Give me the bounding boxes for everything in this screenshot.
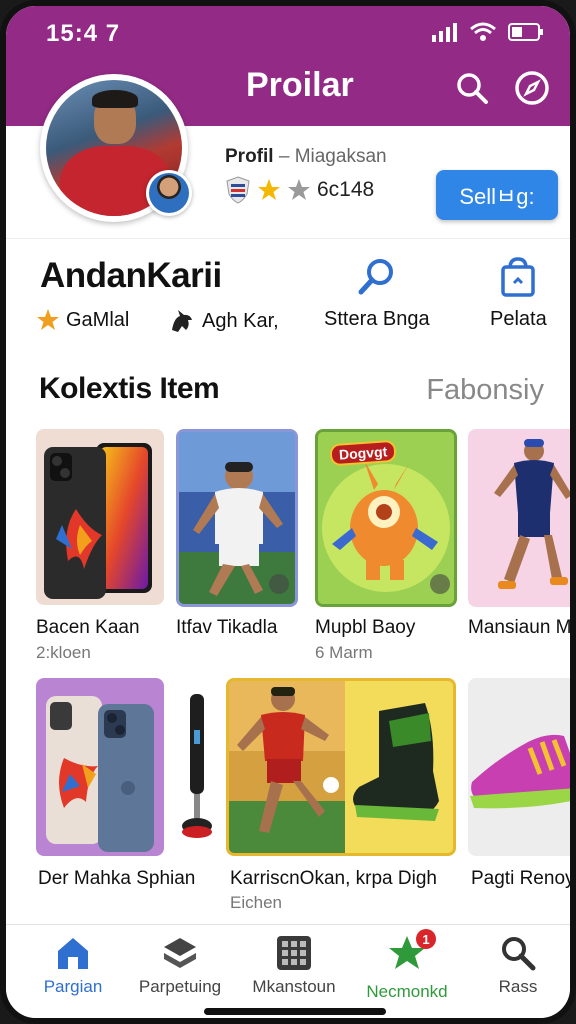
- card-tag: Dogvgt: [329, 439, 397, 467]
- stat-guild: Agh Kar,: [168, 308, 279, 334]
- action-bag-label: Pelata: [490, 308, 547, 330]
- griffin-icon: [172, 310, 192, 332]
- section-link[interactable]: Fabonsiy: [426, 374, 544, 407]
- item-sub: 2:kloen: [36, 643, 91, 662]
- item-tile-sneaker[interactable]: [468, 678, 570, 856]
- score-value: 6c148: [317, 178, 375, 201]
- phone-screen: 15:4 7 Proilar Profil – Miagaksan 6c148 …: [0, 0, 576, 1024]
- item-tile-player-card[interactable]: [176, 429, 298, 607]
- home-icon: [58, 938, 88, 969]
- item-name: KarriscnOkan, krpa Digh: [230, 868, 437, 889]
- stylus-image: [182, 694, 212, 838]
- battery-icon: [508, 23, 543, 41]
- shield-badge-icon: [226, 176, 250, 204]
- notification-badge: 1: [416, 929, 436, 949]
- item-sub: Eichen: [230, 893, 282, 912]
- item-tile-player-boots[interactable]: [226, 678, 456, 856]
- search-icon: [502, 937, 536, 971]
- stat-rank-label: GaMlal: [66, 308, 130, 331]
- search-icon: [457, 73, 488, 104]
- profile-subtitle-text: – Miagaksan: [278, 146, 387, 167]
- player-boots-image: [229, 681, 439, 853]
- nav-label-home: Pargian: [43, 977, 103, 996]
- player-figure-image: [494, 439, 570, 589]
- item-tile-stylus[interactable]: [180, 690, 216, 840]
- nav-item-search[interactable]: Rass: [490, 935, 546, 997]
- item-name: Der Mahka Sphian: [38, 868, 196, 889]
- sneaker-image: [470, 734, 570, 809]
- status-bar: 15:4 7: [46, 18, 550, 48]
- nav-label-layers: Parpetuing: [138, 977, 222, 996]
- layers-icon: [164, 938, 196, 968]
- silver-star-icon: [288, 179, 310, 200]
- wifi-icon: [470, 22, 496, 41]
- profile-label: Profil: [225, 146, 274, 167]
- item-tile-phone[interactable]: [36, 429, 164, 605]
- nav-item-layers[interactable]: Parpetuing: [134, 935, 226, 997]
- phone-product-image: [44, 443, 152, 599]
- item-tile-phones[interactable]: [36, 678, 164, 856]
- nav-label-search: Rass: [498, 977, 538, 996]
- header-compass-button[interactable]: [512, 68, 552, 108]
- page-title: Proilar: [246, 66, 354, 104]
- item-name: Itfav Tikadla: [176, 617, 278, 638]
- search-icon: [358, 259, 393, 295]
- nav-item-grid[interactable]: Mkanstoun: [244, 935, 344, 997]
- item-name: Bacen Kaan: [36, 617, 140, 638]
- signal-icon: [432, 23, 457, 42]
- nav-item-home[interactable]: Pargian: [36, 935, 110, 997]
- stat-rank: GaMlal: [36, 308, 129, 332]
- item-name: Pagti Renoy: [471, 868, 575, 889]
- mini-avatar[interactable]: [146, 170, 192, 216]
- gold-star-icon: [258, 179, 280, 200]
- action-search[interactable]: Sttera Bnga: [324, 256, 430, 331]
- home-indicator: [204, 1008, 386, 1015]
- profile-subtitle: Profil – Miagaksan: [225, 146, 387, 168]
- grid-icon: [277, 936, 311, 970]
- username: AndanKarii: [40, 256, 222, 295]
- action-search-label: Sttera Bnga: [324, 308, 430, 330]
- sell-button[interactable]: Sellㅂg:: [436, 170, 558, 220]
- action-bag[interactable]: Pelata: [490, 256, 547, 331]
- item-tile-monster-card[interactable]: Dogvgt: [315, 429, 457, 607]
- divider: [6, 238, 570, 239]
- item-name: Mupbl Baoy: [315, 617, 416, 638]
- bag-icon: [501, 257, 536, 297]
- section-title: Kolextis Item: [39, 372, 220, 405]
- item-sub: 6 Marm: [315, 643, 373, 662]
- nav-label-favorites: Necmonkd: [366, 982, 448, 1001]
- compass-icon: [515, 71, 549, 105]
- header-search-button[interactable]: [452, 68, 492, 108]
- phones-product-image: [46, 696, 154, 852]
- status-time: 15:4 7: [46, 20, 121, 47]
- item-tile-player-figure[interactable]: [468, 429, 570, 607]
- stat-guild-label: Agh Kar,: [202, 309, 279, 332]
- player-card-image: [179, 432, 295, 604]
- star-icon: [37, 309, 59, 330]
- item-name: Mansiaun Mb: [468, 617, 576, 638]
- rating-row: 6c148: [225, 176, 374, 204]
- nav-label-grid: Mkanstoun: [252, 977, 336, 996]
- nav-item-favorites[interactable]: 1 Necmonkd: [362, 929, 452, 1002]
